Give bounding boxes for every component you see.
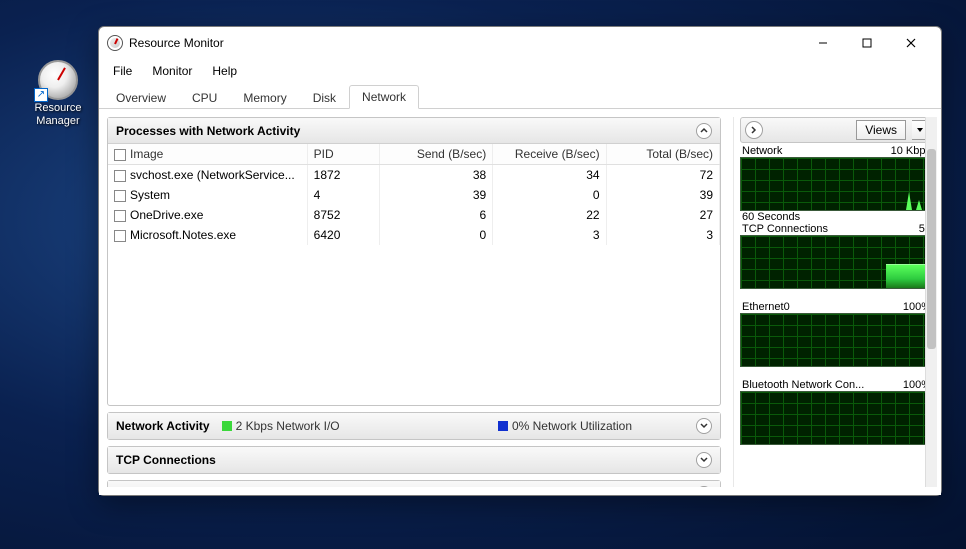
panel-title: Network Activity <box>116 419 210 433</box>
row-checkbox[interactable] <box>114 210 126 222</box>
expand-button[interactable] <box>696 418 712 434</box>
desktop-icon-label: Resource <box>34 102 81 114</box>
chart-title: Ethernet0 <box>742 301 790 313</box>
table-row[interactable]: System439039 <box>108 185 720 205</box>
minimize-button[interactable] <box>801 28 845 58</box>
chart-canvas <box>740 235 933 289</box>
app-gauge-icon <box>107 35 123 51</box>
row-checkbox[interactable] <box>114 190 126 202</box>
menu-help[interactable]: Help <box>204 62 245 80</box>
close-button[interactable] <box>889 28 933 58</box>
table-row[interactable]: svchost.exe (NetworkService...1872383472 <box>108 165 720 186</box>
tab-overview[interactable]: Overview <box>103 86 179 109</box>
maximize-button[interactable] <box>845 28 889 58</box>
left-pane: Processes with Network Activity Image PI… <box>107 117 725 487</box>
tab-network[interactable]: Network <box>349 85 419 109</box>
col-image[interactable]: Image <box>108 144 307 165</box>
chart-canvas <box>740 313 933 367</box>
resource-monitor-window: Resource Monitor File Monitor Help Overv… <box>98 26 942 496</box>
right-pane: Views Network10 Kbps60 Seconds0TCP Conne… <box>733 117 933 487</box>
menu-monitor[interactable]: Monitor <box>144 62 200 80</box>
panel-processes-with-network-activity: Processes with Network Activity Image PI… <box>107 117 721 406</box>
swatch-blue <box>498 421 508 431</box>
col-send[interactable]: Send (B/sec) <box>379 144 492 165</box>
checkbox-all[interactable] <box>114 149 126 161</box>
col-recv[interactable]: Receive (B/sec) <box>493 144 606 165</box>
desktop-shortcut-resource-manager[interactable]: ↗ Resource Manager <box>28 60 88 128</box>
collapse-button[interactable] <box>696 123 712 139</box>
col-total[interactable]: Total (B/sec) <box>606 144 719 165</box>
chart-title: TCP Connections <box>742 223 828 235</box>
menubar: File Monitor Help <box>99 59 941 83</box>
chart-xaxis-label: 60 Seconds <box>742 211 800 223</box>
expand-button[interactable] <box>696 452 712 468</box>
tab-disk[interactable]: Disk <box>300 86 349 109</box>
col-pid[interactable]: PID <box>307 144 379 165</box>
right-pane-scrollbar[interactable] <box>925 117 937 487</box>
expand-button[interactable] <box>696 486 712 487</box>
processes-table: Image PID Send (B/sec) Receive (B/sec) T… <box>108 144 720 245</box>
row-checkbox[interactable] <box>114 170 126 182</box>
tab-cpu[interactable]: CPU <box>179 86 230 109</box>
tab-memory[interactable]: Memory <box>230 86 299 109</box>
chart-bluetooth-network-con: Bluetooth Network Con...100%0 <box>740 379 933 457</box>
views-button[interactable]: Views <box>856 120 906 140</box>
menu-file[interactable]: File <box>105 62 140 80</box>
titlebar[interactable]: Resource Monitor <box>99 27 941 59</box>
collapse-right-pane-button[interactable] <box>745 121 763 139</box>
network-utilization-stat: 0% Network Utilization <box>498 419 632 433</box>
network-io-stat: 2 Kbps Network I/O <box>222 419 340 433</box>
panel-network-activity: Network Activity 2 Kbps Network I/O 0% N… <box>107 412 721 440</box>
chart-title: Bluetooth Network Con... <box>742 379 864 391</box>
panel-listening-ports: Listening Ports <box>107 480 721 487</box>
table-row[interactable]: OneDrive.exe875262227 <box>108 205 720 225</box>
panel-title: Processes with Network Activity <box>116 124 300 138</box>
right-pane-toolbar: Views <box>740 117 933 143</box>
panel-tcp-connections: TCP Connections <box>107 446 721 474</box>
chart-canvas <box>740 391 933 445</box>
table-row[interactable]: Microsoft.Notes.exe6420033 <box>108 225 720 245</box>
window-title: Resource Monitor <box>129 36 224 50</box>
chart-network: Network10 Kbps60 Seconds0 <box>740 145 933 223</box>
chart-tcp-connections: TCP Connections500 <box>740 223 933 301</box>
chart-canvas <box>740 157 933 211</box>
desktop-icon-label-2: Manager <box>36 115 79 127</box>
swatch-green <box>222 421 232 431</box>
tab-bar: Overview CPU Memory Disk Network <box>99 83 941 109</box>
scrollbar-thumb[interactable] <box>927 149 936 349</box>
chart-title: Network <box>742 145 782 157</box>
row-checkbox[interactable] <box>114 230 126 242</box>
panel-title: TCP Connections <box>116 453 216 467</box>
shortcut-overlay-icon: ↗ <box>34 88 48 102</box>
chart-ethernet0: Ethernet0100%0 <box>740 301 933 379</box>
